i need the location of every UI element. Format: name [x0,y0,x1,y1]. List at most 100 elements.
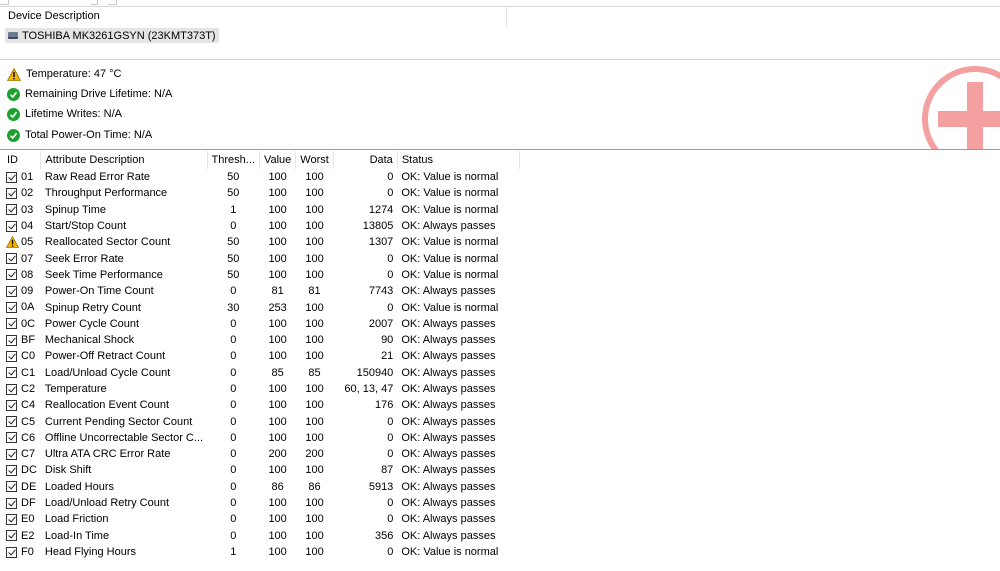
attribute-id-cell: E2 [3,528,41,544]
attribute-id: C0 [21,350,36,363]
attribute-threshold: 50 [227,171,240,184]
table-row[interactable]: DF Load/Unload Retry Count 0 100 100 0 OK: Alw… [3,495,519,511]
table-row[interactable]: E2 Load-In Time 0 100 100 356 OK: Always passe… [3,528,519,544]
row-checkbox[interactable] [6,530,17,542]
table-row[interactable]: C5 Current Pending Sector Count 0 100 100 0 OK… [3,413,519,429]
row-checkbox[interactable] [6,497,17,509]
attribute-value: 100 [268,529,287,542]
attribute-description: Raw Read Error Rate [44,171,151,184]
attribute-id: E0 [21,513,35,526]
attribute-value: 100 [268,203,287,216]
row-checkbox[interactable] [6,465,17,477]
attribute-status: OK: Value is normal [401,171,499,184]
attribute-worst: 100 [305,268,324,281]
row-checkbox[interactable] [6,513,17,525]
table-row[interactable]: 01 Raw Read Error Rate 50 100 100 0 OK: Value … [3,169,519,185]
attribute-status: OK: Always passes [401,480,496,493]
table-row[interactable]: 0A Spinup Retry Count 30 253 100 0 OK: Value i… [3,299,519,315]
attribute-id-cell: DC [3,462,41,478]
attribute-value: 81 [271,285,284,298]
row-checkbox[interactable] [6,285,17,297]
column-header-data[interactable]: Data [333,151,398,169]
attribute-data: 60, 13, 47 [344,383,394,395]
row-checkbox[interactable] [6,204,17,216]
check-icon [7,107,20,121]
table-row[interactable]: C6 Offline Uncorrectable Sector C... 0 100 1… [3,430,519,446]
attribute-description: Current Pending Sector Count [44,415,193,428]
table-row[interactable]: 02 Throughput Performance 50 100 100 0 OK: Val… [3,185,519,201]
column-header-worst[interactable]: Worst [295,151,334,169]
attribute-status: OK: Value is normal [401,187,499,200]
table-row[interactable]: C2 Temperature 0 100 100 60, 13, 47 OK: Always… [3,381,519,397]
table-row[interactable]: F0 Head Flying Hours 1 100 100 0 OK: Value is … [3,544,519,560]
device-list-item[interactable]: TOSHIBA MK3261GSYN (23KMT373T) [5,28,219,43]
row-checkbox[interactable] [6,187,17,199]
attribute-threshold: 0 [230,285,237,298]
table-row[interactable]: C4 Reallocation Event Count 0 100 100 176 OK: … [3,397,519,413]
table-row[interactable]: C1 Load/Unload Cycle Count 0 85 85 150940 OK: … [3,365,519,381]
table-row[interactable]: E0 Load Friction 0 100 100 0 OK: Always passes [3,511,519,527]
row-checkbox[interactable] [6,432,17,444]
table-row[interactable]: 03 Spinup Time 1 100 100 1274 OK: Value is nor… [3,202,519,218]
table-row[interactable]: 07 Seek Error Rate 50 100 100 0 OK: Value is n… [3,250,519,266]
health-item-text: Total Power-On Time: N/A [25,129,153,141]
attribute-id-cell: C6 [3,430,41,446]
row-checkbox[interactable] [6,269,17,281]
row-checkbox[interactable] [6,399,17,411]
attribute-worst: 100 [305,415,324,428]
attribute-threshold: 0 [230,480,237,493]
attribute-value: 100 [268,545,287,558]
row-checkbox[interactable] [6,253,17,265]
table-row[interactable]: DE Loaded Hours 0 86 86 5913 OK: Always passes [3,479,519,495]
attribute-value: 100 [268,252,287,265]
attribute-id: BF [21,334,36,347]
table-row[interactable]: 09 Power-On Time Count 0 81 81 7743 OK: Always… [3,283,519,299]
table-row[interactable]: BF Mechanical Shock 0 100 100 90 OK: Always pa… [3,332,519,348]
attribute-id: C7 [21,448,36,461]
attribute-description: Spinup Retry Count [44,301,141,314]
table-row[interactable]: DC Disk Shift 0 100 100 87 OK: Always passes [3,462,519,478]
row-checkbox[interactable] [6,334,17,346]
attribute-value: 100 [268,350,287,363]
attribute-status: OK: Always passes [401,366,496,379]
row-checkbox[interactable] [6,318,17,330]
row-checkbox[interactable] [6,302,17,314]
attribute-description: Seek Error Rate [44,252,124,265]
attribute-id-cell: DE [3,479,41,495]
health-item-text: Lifetime Writes: N/A [25,108,122,120]
column-header-status[interactable]: Status [397,151,520,169]
attribute-description: Load/Unload Retry Count [44,497,170,510]
row-checkbox[interactable] [6,220,17,232]
attribute-id-cell: 02 [3,185,41,201]
attribute-data: 0 [387,497,394,510]
column-header-threshold[interactable]: Thresh... [207,151,260,169]
column-header-description[interactable]: Attribute Description [40,151,208,169]
row-checkbox[interactable] [6,171,17,183]
attribute-threshold: 0 [230,366,237,379]
table-row[interactable]: 08 Seek Time Performance 50 100 100 0 OK: Valu… [3,267,519,283]
attribute-worst: 100 [305,317,324,330]
table-row[interactable]: C0 Power-Off Retract Count 0 100 100 21 OK: Al… [3,348,519,364]
row-checkbox[interactable] [6,383,17,395]
attribute-threshold: 0 [230,529,237,542]
attribute-id: DE [21,480,37,493]
row-checkbox[interactable] [6,448,17,460]
attribute-worst: 100 [305,187,324,200]
table-row[interactable]: 05 Reallocated Sector Count 50 100 100 1307 OK… [3,234,519,250]
table-row[interactable]: C7 Ultra ATA CRC Error Rate 0 200 200 0 OK: Al… [3,446,519,462]
device-description-header[interactable]: Device Description [8,10,100,22]
attribute-value: 100 [268,236,287,249]
row-checkbox[interactable] [6,416,17,428]
row-checkbox[interactable] [6,546,17,558]
column-header-id[interactable]: ID [3,151,42,169]
row-checkbox[interactable] [6,367,17,379]
row-checkbox[interactable] [6,350,17,362]
attribute-data: 5913 [368,480,394,493]
attribute-value: 85 [271,366,284,379]
table-row[interactable]: 0C Power Cycle Count 0 100 100 2007 OK: Always… [3,316,519,332]
column-header-value[interactable]: Value [259,151,297,169]
warning-icon [7,67,21,81]
table-row[interactable]: 04 Start/Stop Count 0 100 100 13805 OK: Always… [3,218,519,234]
row-checkbox[interactable] [6,481,17,493]
hard-drive-icon [8,32,18,39]
